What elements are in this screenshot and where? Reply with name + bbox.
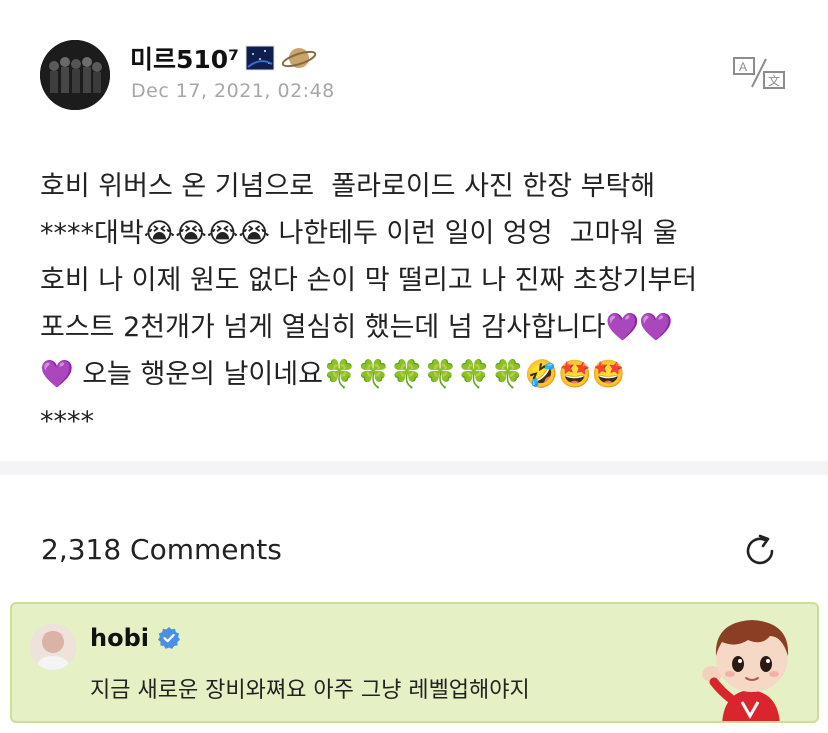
post-header: 미르510⁷ Dec 17, 2021, 02:48 A 文 xyxy=(0,0,828,130)
verified-badge-icon xyxy=(157,627,180,649)
author-deco xyxy=(245,43,317,73)
mascot-character xyxy=(692,606,810,721)
post-body-text: 호비 위버스 온 기념으로 폴라로이드 사진 한장 부탁해 ****대박😭😭😭😭… xyxy=(40,171,698,437)
comments-count: 2,318 Comments xyxy=(41,533,282,566)
artist-comment-text: 지금 새로운 장비와쪄요 아주 그냥 레벨업해야지 xyxy=(90,678,530,703)
night-sky-icon xyxy=(245,45,275,71)
character-sticker-icon xyxy=(702,620,789,721)
saturn-icon xyxy=(281,48,317,68)
refresh-icon xyxy=(746,534,774,565)
comments-header: 2,318 Comments xyxy=(0,475,828,600)
translate-button[interactable]: A 文 xyxy=(732,55,786,91)
refresh-button[interactable] xyxy=(738,529,782,573)
svg-text:A: A xyxy=(739,60,747,74)
artist-comment-card[interactable]: hobi 지금 새로운 장비와쪄요 아주 그냥 레벨업해야지 xyxy=(10,602,819,723)
artist-name-text: hobi xyxy=(90,624,149,652)
author-name-text: 미르510⁷ xyxy=(130,45,240,74)
group-photo-icon xyxy=(40,40,110,110)
svg-text:文: 文 xyxy=(768,73,780,88)
artist-photo-icon xyxy=(30,624,76,670)
author-name[interactable]: 미르510⁷ xyxy=(130,40,317,76)
artist-name[interactable]: hobi xyxy=(90,624,181,652)
author-avatar[interactable] xyxy=(40,40,110,110)
translate-icon: A 文 xyxy=(733,57,785,89)
section-divider xyxy=(0,461,828,475)
artist-avatar[interactable] xyxy=(30,624,76,670)
post-date: Dec 17, 2021, 02:48 xyxy=(131,80,335,102)
